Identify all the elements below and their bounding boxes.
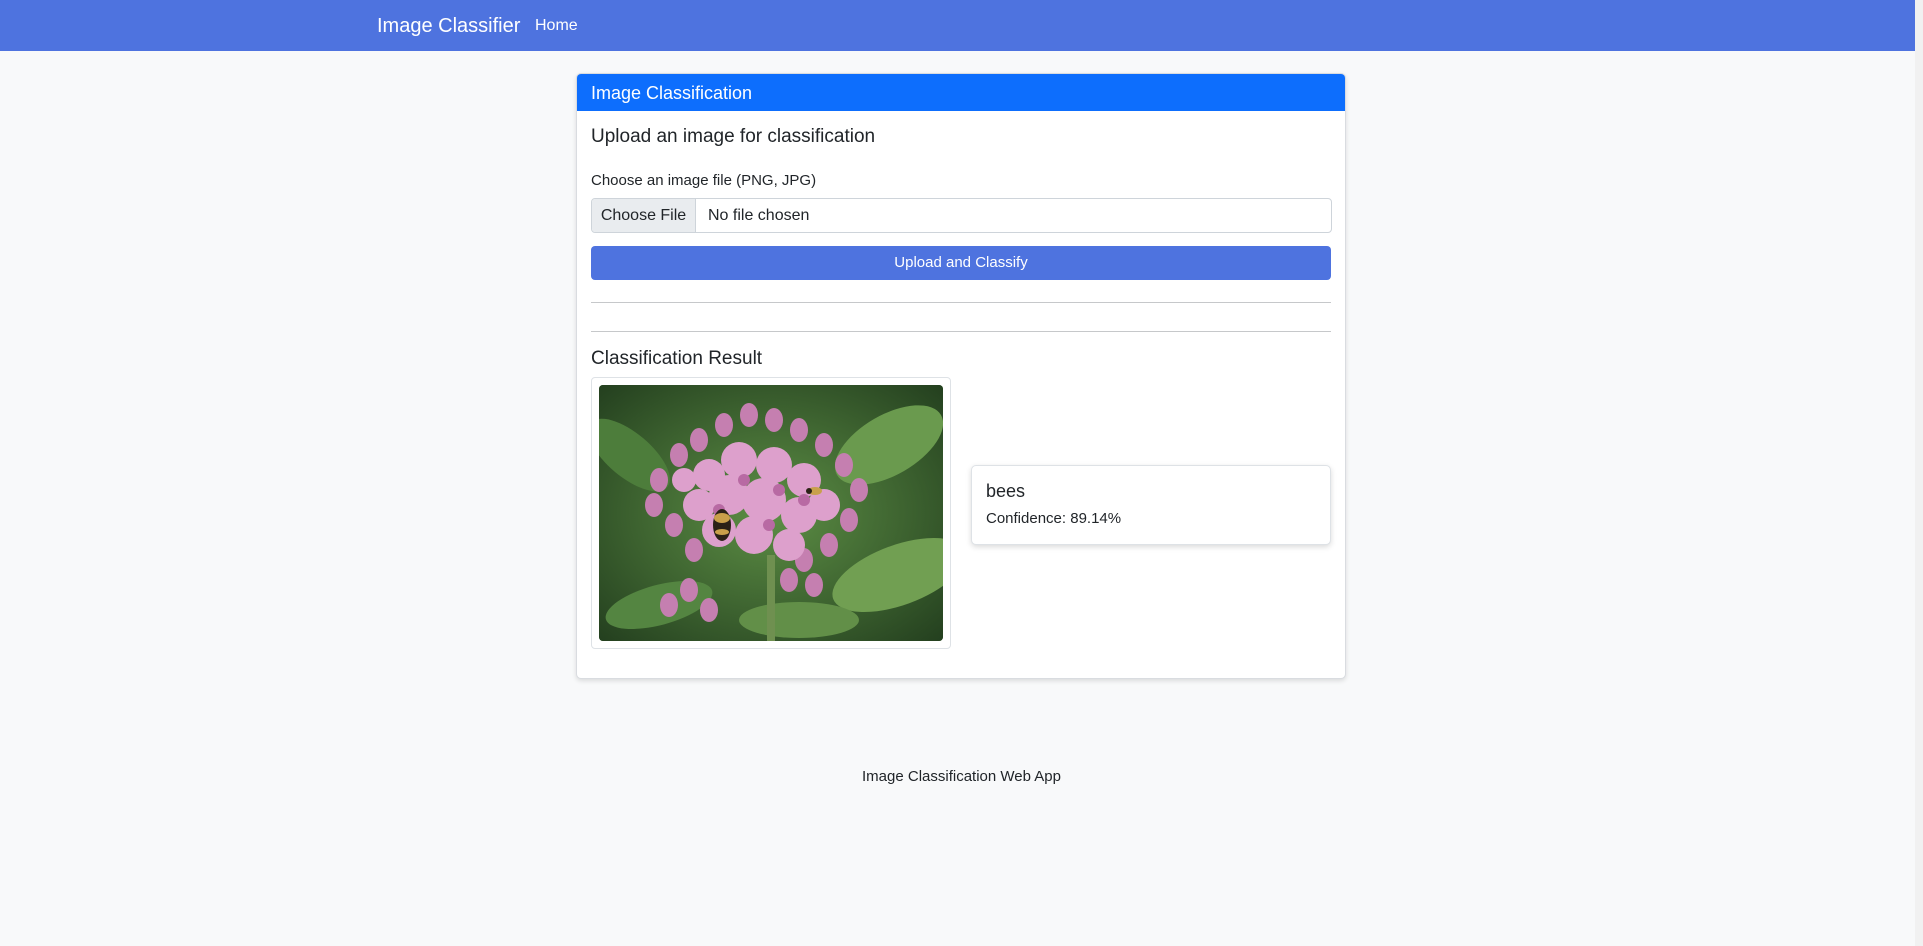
file-input[interactable]: Choose File No file chosen [591, 198, 1332, 233]
result-heading: Classification Result [591, 348, 763, 369]
upload-and-classify-button[interactable]: Upload and Classify [591, 246, 1331, 280]
footer-text: Image Classification Web App [862, 768, 1061, 785]
navbar-brand[interactable]: Image Classifier [377, 14, 520, 38]
flower-image-graphic [599, 385, 943, 641]
card-header: Image Classification [577, 74, 1345, 111]
classification-card: Image Classification Upload an image for… [576, 73, 1346, 679]
upload-heading: Upload an image for classification [591, 126, 876, 147]
prediction-confidence: Confidence: 89.14% [986, 510, 1122, 527]
prediction-card: bees Confidence: 89.14% [971, 465, 1331, 545]
page-scrollbar[interactable] [1915, 0, 1923, 946]
file-input-label: Choose an image file (PNG, JPG) [591, 172, 817, 189]
file-status-text: No file chosen [708, 207, 810, 224]
uploaded-image [599, 385, 943, 641]
choose-file-button[interactable]: Choose File [592, 199, 696, 232]
divider [591, 302, 1331, 303]
divider [591, 331, 1331, 332]
uploaded-image-thumbnail [591, 377, 951, 649]
nav-link-home[interactable]: Home [535, 16, 578, 36]
prediction-label: bees [986, 481, 1026, 501]
navbar: Image Classifier Home [0, 0, 1923, 51]
card-title: Image Classification [591, 83, 753, 103]
